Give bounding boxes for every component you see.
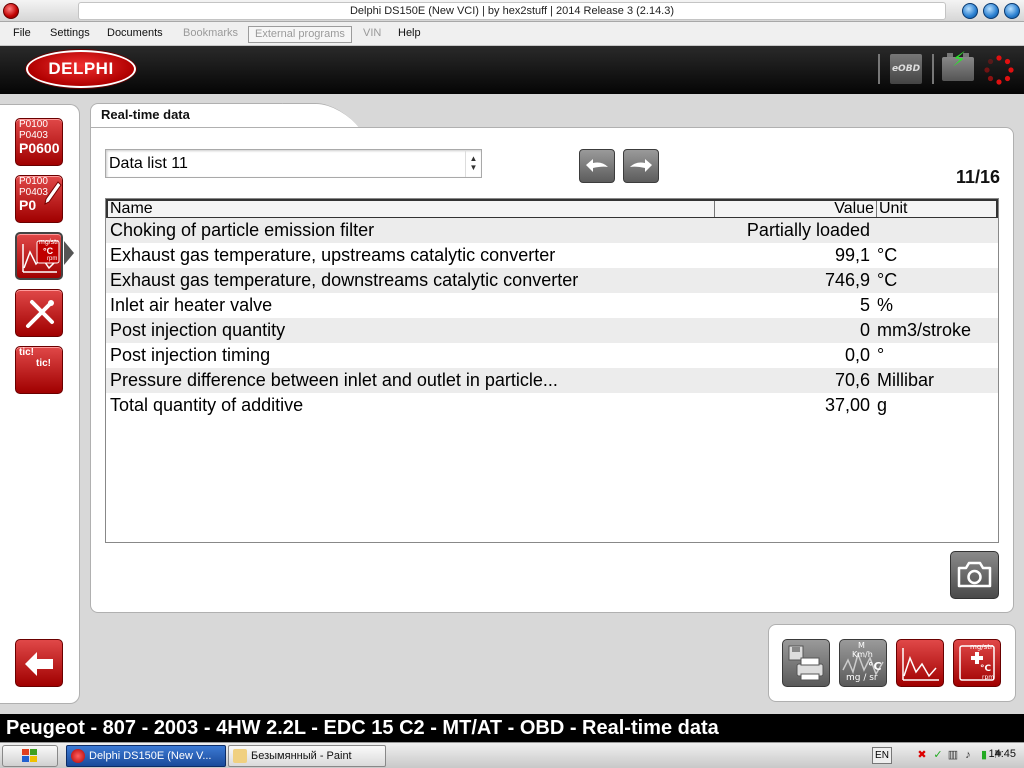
previous-list-button[interactable] [579, 149, 615, 183]
menu-settings[interactable]: Settings [50, 26, 90, 43]
paint-task-icon [233, 749, 247, 763]
taskbar-clock[interactable]: 14:45 [988, 748, 1016, 760]
taskbar-paint[interactable]: Безымянный - Paint [228, 745, 386, 767]
minimize-button[interactable] [962, 3, 978, 19]
menu-bookmarks[interactable]: Bookmarks [183, 26, 238, 43]
real-time-data-button[interactable]: mg/str °C rpm [15, 232, 63, 280]
windows-logo-icon [22, 749, 37, 762]
page-counter: 11/16 [955, 167, 1000, 187]
data-list-select[interactable]: Data list 11 ▲ ▼ [105, 149, 482, 178]
back-button[interactable] [15, 639, 63, 687]
tab-title: Real-time data [101, 107, 190, 122]
print-save-button[interactable] [782, 639, 830, 687]
actuator-tests-button[interactable] [15, 289, 63, 337]
header-separator [932, 54, 934, 84]
data-list-selected-value: Data list 11 [109, 155, 188, 172]
close-button[interactable] [1004, 3, 1020, 19]
menu-file[interactable]: File [13, 26, 31, 43]
windows-taskbar: Delphi DS150E (New V... Безымянный - Pai… [0, 742, 1024, 768]
connection-spinner-icon [984, 55, 1014, 85]
eobd-icon[interactable]: eOBD [890, 54, 922, 84]
table-row[interactable]: Total quantity of additive 37,00 g [106, 393, 998, 418]
battery-icon: ⚡ [942, 47, 974, 81]
table-row[interactable]: Inlet air heater valve 5 % [106, 293, 998, 318]
safely-remove-icon[interactable]: ✓ [932, 749, 944, 761]
camera-icon [957, 561, 992, 588]
volume-icon[interactable]: ♪ [962, 749, 974, 761]
add-real-time-parameter-button[interactable]: mg/str °C rpm [953, 639, 1001, 687]
tools-icon [26, 300, 54, 328]
delphi-task-icon [71, 749, 85, 763]
column-header-value[interactable]: Value [714, 201, 876, 217]
menu-help[interactable]: Help [398, 26, 421, 43]
app-icon[interactable] [3, 3, 19, 19]
network-icon[interactable]: ▥ [947, 749, 959, 761]
taskbar-delphi[interactable]: Delphi DS150E (New V... [66, 745, 226, 767]
window-title: Delphi DS150E (New VCI) | by hex2stuff |… [78, 2, 946, 20]
clear-fault-codes-button[interactable]: P0100 P0403 P0 [15, 175, 63, 223]
next-list-button[interactable] [623, 149, 659, 183]
table-row[interactable]: Choking of particle emission filter Part… [106, 218, 998, 243]
table-row[interactable]: Pressure difference between inlet and ou… [106, 368, 998, 393]
screenshot-button[interactable] [950, 551, 999, 599]
table-header: Name Value Unit [106, 199, 998, 219]
title-bar: Delphi DS150E (New VCI) | by hex2stuff |… [0, 0, 1024, 22]
maximize-button[interactable] [983, 3, 999, 19]
tic-tic-button[interactable]: tic! tic! [15, 346, 63, 394]
eraser-pen-icon [44, 181, 62, 205]
undo-arrow-icon [586, 159, 608, 172]
vehicle-info-bar: Peugeot - 807 - 2003 - 4HW 2.2L - EDC 15… [0, 714, 1024, 742]
column-header-unit[interactable]: Unit [876, 201, 996, 217]
delphi-logo: DELPHI [26, 50, 136, 88]
menu-bar: File Settings Documents Bookmarks Extern… [0, 22, 1024, 46]
table-row[interactable]: Exhaust gas temperature, downstreams cat… [106, 268, 998, 293]
read-fault-codes-button[interactable]: P0100 P0403 P0600 [15, 118, 63, 166]
system-tray: EN ✖ ✓ ▥ ♪ ▮ ⚑ 14:45 [844, 744, 1024, 768]
select-arrows-icon: ▲ ▼ [465, 150, 481, 177]
security-shield-icon[interactable]: ✖ [916, 749, 928, 761]
real-time-data-table: Name Value Unit Choking of particle emis… [105, 198, 999, 543]
printer-disk-icon [788, 645, 824, 681]
table-row[interactable]: Post injection timing 0,0 ° [106, 343, 998, 368]
line-graph-icon [902, 648, 939, 681]
menu-documents[interactable]: Documents [107, 26, 163, 43]
app-header: DELPHI eOBD ⚡ [0, 46, 1024, 94]
start-button[interactable] [2, 745, 58, 767]
arrow-left-icon [25, 652, 53, 676]
graph-view-button[interactable] [896, 639, 944, 687]
menu-external-programs[interactable]: External programs [248, 26, 352, 43]
language-indicator[interactable]: EN [872, 747, 892, 764]
table-row[interactable]: Exhaust gas temperature, upstreams catal… [106, 243, 998, 268]
menu-vin[interactable]: VIN [363, 26, 381, 43]
header-separator [878, 54, 880, 84]
redo-arrow-icon [630, 159, 652, 172]
gauges-button[interactable]: M Km/h °C mg / sr [839, 639, 887, 687]
column-header-name[interactable]: Name [110, 201, 153, 217]
active-indicator-arrow [64, 241, 74, 265]
table-row[interactable]: Post injection quantity 0 mm3/stroke [106, 318, 998, 343]
